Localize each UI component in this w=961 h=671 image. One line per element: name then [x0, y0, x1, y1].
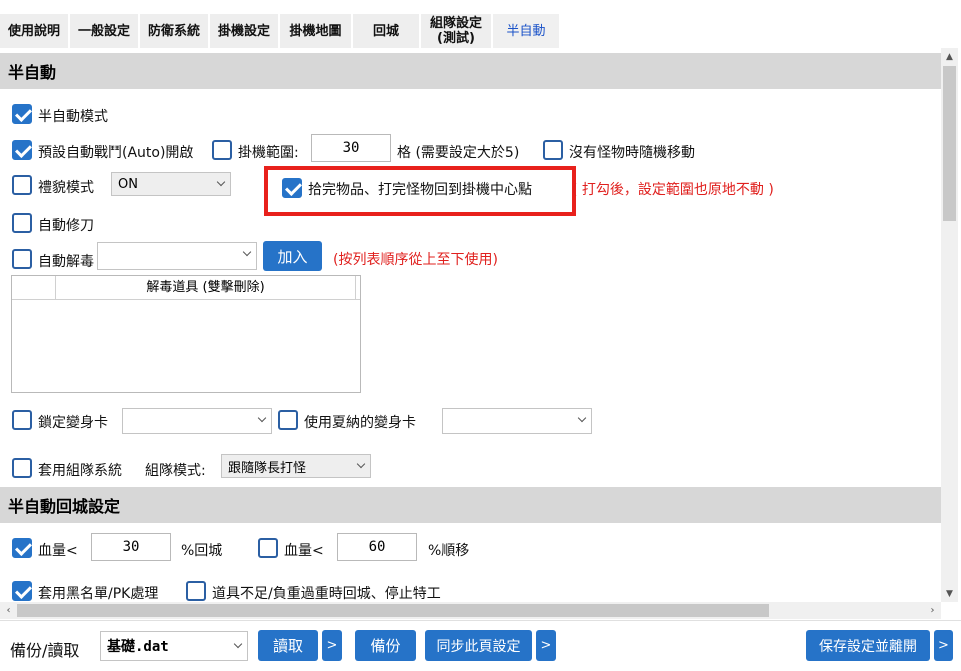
- tab-party[interactable]: 組隊設定 (測試): [421, 14, 492, 48]
- hp-return-suffix: %回城: [181, 543, 223, 559]
- xia-transform-select[interactable]: [442, 408, 592, 434]
- semi-auto-mode-label: 半自動模式: [38, 109, 108, 125]
- chevron-down-icon: [356, 459, 366, 469]
- auto-repair-checkbox[interactable]: [12, 213, 32, 233]
- use-party-system-checkbox[interactable]: [12, 458, 32, 478]
- etiquette-mode-value: ON: [118, 176, 138, 192]
- detox-item-list[interactable]: 解毒道具 (雙擊刪除): [11, 275, 361, 393]
- auto-detox-checkbox[interactable]: [12, 249, 32, 269]
- hp-return-checkbox[interactable]: [12, 538, 32, 558]
- hp-teleport-label: 血量<: [284, 543, 324, 559]
- backup-file-value: 基礎.dat: [107, 639, 169, 655]
- etiquette-mode-checkbox[interactable]: [12, 175, 32, 195]
- save-more-button[interactable]: >: [934, 630, 953, 661]
- default-auto-battle-checkbox[interactable]: [12, 140, 32, 160]
- list-order-note: (按列表順序從上至下使用): [333, 252, 498, 268]
- section-title-return: 半自動回城設定: [0, 487, 941, 523]
- scroll-right-icon[interactable]: ›: [924, 602, 941, 619]
- hp-return-label: 血量<: [38, 543, 78, 559]
- list-header-spacer: [12, 276, 56, 299]
- lock-transform-select[interactable]: [122, 408, 272, 434]
- section-title-semi-auto: 半自動: [0, 53, 941, 89]
- detox-item-select[interactable]: [97, 242, 257, 270]
- backup-button[interactable]: 備份: [355, 630, 416, 661]
- hang-range-label: 掛機範圍:: [238, 145, 299, 161]
- blacklist-pk-label: 套用黑名單/PK處理: [38, 586, 159, 602]
- blacklist-pk-checkbox[interactable]: [12, 581, 32, 601]
- save-exit-button[interactable]: 保存設定並離開: [806, 630, 930, 661]
- lock-transform-checkbox[interactable]: [12, 410, 32, 430]
- hang-range-checkbox[interactable]: [212, 140, 232, 160]
- tab-hang-settings[interactable]: 掛機設定: [210, 14, 279, 48]
- party-mode-select[interactable]: 跟隨隊長打怪: [221, 454, 371, 478]
- tab-hang-map[interactable]: 掛機地圖: [280, 14, 352, 48]
- return-center-label: 拾完物品、打完怪物回到掛機中心點: [308, 182, 532, 198]
- read-more-button[interactable]: >: [322, 630, 342, 661]
- random-move-checkbox[interactable]: [543, 140, 563, 160]
- tab-bar: 使用說明 一般設定 防衛系統 掛機設定 掛機地圖 回城 組隊設定 (測試) 半自…: [0, 0, 961, 48]
- scroll-down-icon[interactable]: ▼: [941, 585, 958, 602]
- lock-transform-label: 鎖定變身卡: [38, 415, 108, 431]
- scroll-up-icon[interactable]: ▲: [941, 48, 958, 65]
- add-button[interactable]: 加入: [263, 241, 322, 271]
- read-button[interactable]: 讀取: [258, 630, 318, 661]
- backup-read-label: 備份/讀取: [10, 641, 80, 660]
- hang-range-hint: 格 (需要設定大於5): [397, 145, 520, 161]
- bottom-toolbar: 備份/讀取 基礎.dat 讀取 > 備份 同步此頁設定 > 保存設定並離開 >: [0, 620, 961, 671]
- chevron-down-icon: [233, 639, 243, 649]
- item-shortage-label: 道具不足/負重過重時回城、停止特工: [212, 586, 441, 602]
- hp-return-input[interactable]: 30: [91, 533, 171, 561]
- vertical-scrollbar[interactable]: ▲ ▼: [941, 48, 958, 602]
- hang-range-input[interactable]: 30: [311, 134, 391, 162]
- hp-teleport-checkbox[interactable]: [258, 538, 278, 558]
- tab-instructions[interactable]: 使用說明: [0, 14, 69, 48]
- hp-teleport-input[interactable]: 60: [337, 533, 417, 561]
- tab-general[interactable]: 一般設定: [70, 14, 139, 48]
- sync-more-button[interactable]: >: [536, 630, 556, 661]
- party-mode-label: 組隊模式:: [145, 463, 206, 479]
- semi-auto-mode-checkbox[interactable]: [12, 104, 32, 124]
- tab-return[interactable]: 回城: [353, 14, 420, 48]
- item-shortage-checkbox[interactable]: [186, 581, 206, 601]
- use-xia-transform-label: 使用夏納的變身卡: [304, 415, 416, 431]
- chevron-down-icon: [216, 177, 226, 187]
- tab-defense[interactable]: 防衛系統: [140, 14, 209, 48]
- chevron-down-icon: [242, 247, 252, 257]
- hp-teleport-suffix: %順移: [428, 543, 470, 559]
- scroll-thumb[interactable]: [943, 66, 956, 221]
- auto-detox-label: 自動解毒: [38, 254, 94, 270]
- sync-page-button[interactable]: 同步此頁設定: [425, 630, 532, 661]
- settings-panel: 半自動 半自動模式 預設自動戰鬥(Auto)開啟 掛機範圍: 30 格 (需要設…: [0, 48, 961, 620]
- chevron-down-icon: [257, 413, 267, 423]
- etiquette-mode-label: 禮貌模式: [38, 180, 94, 196]
- random-move-label: 沒有怪物時隨機移動: [569, 145, 695, 161]
- use-xia-transform-checkbox[interactable]: [278, 410, 298, 430]
- detox-list-header: 解毒道具 (雙擊刪除): [12, 276, 360, 300]
- backup-file-select[interactable]: 基礎.dat: [100, 631, 248, 661]
- scroll-left-icon[interactable]: ‹: [0, 602, 17, 619]
- tab-semi-auto[interactable]: 半自動: [493, 14, 560, 48]
- etiquette-mode-select[interactable]: ON: [111, 172, 231, 196]
- detox-list-header-title: 解毒道具 (雙擊刪除): [56, 276, 356, 299]
- party-mode-value: 跟隨隊長打怪: [228, 460, 307, 476]
- return-center-checkbox[interactable]: [282, 178, 302, 198]
- return-center-note: ( 打勾後，設定範圍也原地不動 ): [572, 182, 774, 198]
- horizontal-scrollbar[interactable]: ‹ ›: [0, 602, 941, 619]
- use-party-system-label: 套用組隊系統: [38, 463, 122, 479]
- auto-repair-label: 自動修刀: [38, 218, 94, 234]
- hscroll-thumb[interactable]: [17, 604, 769, 617]
- default-auto-battle-label: 預設自動戰鬥(Auto)開啟: [38, 145, 194, 161]
- chevron-down-icon: [577, 413, 587, 423]
